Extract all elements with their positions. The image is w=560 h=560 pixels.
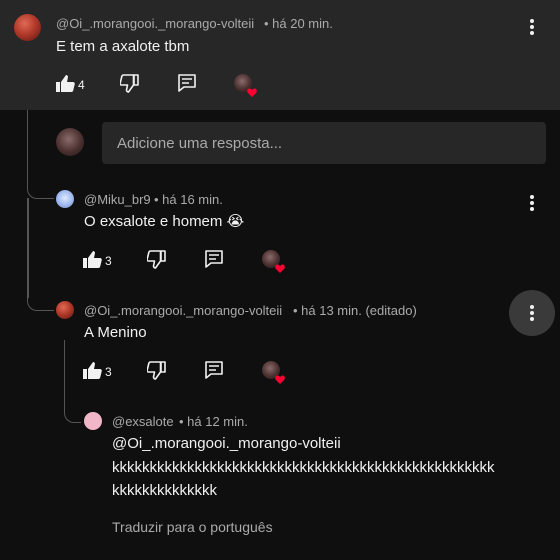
like-count: 3 bbox=[105, 254, 112, 268]
heart-icon bbox=[275, 260, 285, 273]
comment-author[interactable]: @Miku_br9 bbox=[84, 192, 151, 207]
more-options-icon[interactable] bbox=[523, 18, 541, 36]
comment-text: kkkkkkkkkkkkkkkkkkkkkkkkkkkkkkkkkkkkkkkk… bbox=[112, 459, 495, 476]
comment-author[interactable]: @exsalote bbox=[112, 414, 174, 429]
comment-author[interactable]: @Oi_.morangooi._morango-volteii bbox=[84, 303, 282, 318]
thread-line bbox=[64, 340, 81, 423]
comment-author[interactable]: @Oi_.morangooi._morango-volteii bbox=[56, 16, 254, 31]
comment-icon[interactable] bbox=[204, 249, 224, 269]
comment-timestamp: • há 16 min. bbox=[154, 192, 223, 207]
comment-timestamp: • há 13 min. (editado) bbox=[293, 303, 417, 318]
comment-text: A Menino bbox=[84, 324, 147, 341]
translate-link[interactable]: Traduzir para o português bbox=[112, 519, 273, 535]
avatar[interactable] bbox=[84, 412, 102, 430]
thumbs-down-icon[interactable] bbox=[147, 250, 167, 269]
comment-text: kkkkkkkkkkkkkk bbox=[112, 482, 217, 499]
user-avatar bbox=[56, 128, 84, 156]
avatar[interactable] bbox=[56, 301, 74, 319]
more-options-icon bbox=[523, 304, 541, 322]
heart-icon bbox=[275, 371, 285, 384]
more-options-button[interactable] bbox=[509, 290, 555, 336]
heart-icon bbox=[247, 84, 257, 97]
thumbs-down-icon[interactable] bbox=[147, 361, 167, 380]
thread-line bbox=[27, 290, 54, 311]
reply-placeholder: Adicione uma resposta... bbox=[117, 135, 283, 152]
avatar[interactable] bbox=[14, 14, 41, 41]
thumbs-up-icon[interactable] bbox=[55, 74, 75, 93]
like-count: 3 bbox=[105, 365, 112, 379]
comment-text-mention: @Oi_.morangooi._morango-volteii bbox=[112, 435, 341, 452]
thread-line bbox=[27, 110, 54, 199]
comment-timestamp: • há 12 min. bbox=[179, 414, 248, 429]
comment-icon[interactable] bbox=[204, 360, 224, 380]
thread-line bbox=[27, 198, 29, 298]
thumbs-up-icon[interactable] bbox=[82, 361, 102, 380]
more-options-icon[interactable] bbox=[523, 194, 541, 212]
like-count: 4 bbox=[78, 78, 85, 92]
thumbs-down-icon[interactable] bbox=[120, 74, 140, 93]
thumbs-up-icon[interactable] bbox=[82, 250, 102, 269]
comment-text: O exsalote e homem 😭 bbox=[84, 213, 245, 230]
comment-text: E tem a axalote tbm bbox=[56, 38, 190, 55]
reply-input[interactable]: Adicione uma resposta... bbox=[102, 122, 546, 164]
comment-icon[interactable] bbox=[177, 73, 197, 93]
comment-timestamp: • há 20 min. bbox=[264, 16, 333, 31]
avatar[interactable] bbox=[56, 190, 74, 208]
